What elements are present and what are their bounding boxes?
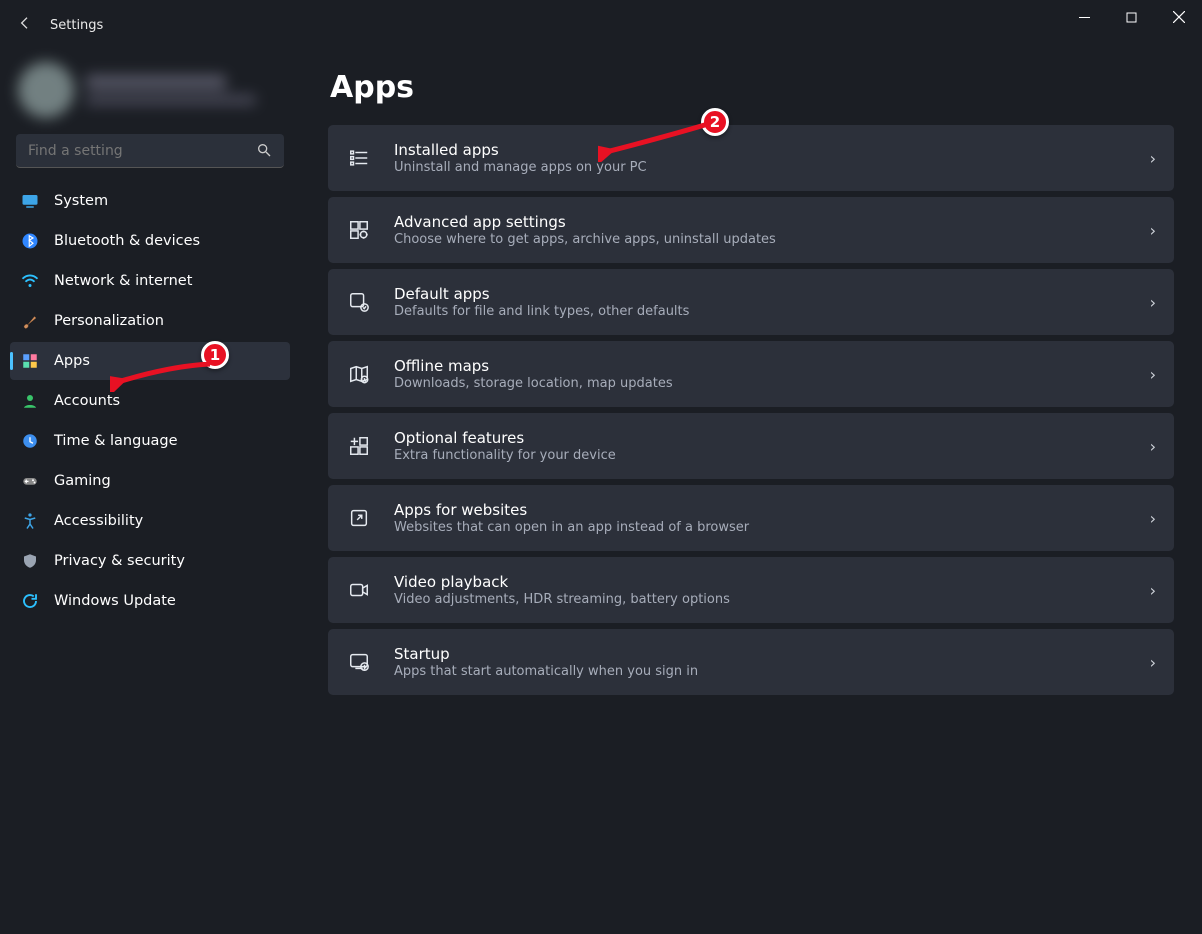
- brush-icon: [20, 311, 40, 331]
- card-subtitle: Uninstall and manage apps on your PC: [394, 160, 1128, 175]
- chevron-right-icon: ›: [1150, 365, 1156, 384]
- card-offline-maps[interactable]: Offline mapsDownloads, storage location,…: [328, 341, 1174, 407]
- card-startup[interactable]: StartupApps that start automatically whe…: [328, 629, 1174, 695]
- sidebar-item-bluetooth[interactable]: Bluetooth & devices: [10, 222, 290, 260]
- chevron-right-icon: ›: [1150, 581, 1156, 600]
- user-profile[interactable]: [10, 50, 290, 130]
- card-title: Default apps: [394, 285, 1128, 303]
- card-apps-for-websites[interactable]: Apps for websitesWebsites that can open …: [328, 485, 1174, 551]
- card-optional-features[interactable]: Optional featuresExtra functionality for…: [328, 413, 1174, 479]
- card-title: Advanced app settings: [394, 213, 1128, 231]
- search-icon: [256, 142, 272, 162]
- card-subtitle: Apps that start automatically when you s…: [394, 664, 1128, 679]
- wifi-icon: [20, 271, 40, 291]
- close-button[interactable]: [1155, 0, 1202, 34]
- back-button[interactable]: [0, 15, 50, 35]
- card-subtitle: Downloads, storage location, map updates: [394, 376, 1128, 391]
- shield-icon: [20, 551, 40, 571]
- sidebar-item-label: Personalization: [54, 313, 164, 329]
- apps-icon: [20, 351, 40, 371]
- main-content: Apps Installed appsUninstall and manage …: [300, 50, 1202, 934]
- video-icon: [346, 579, 372, 601]
- card-subtitle: Defaults for file and link types, other …: [394, 304, 1128, 319]
- chevron-right-icon: ›: [1150, 437, 1156, 456]
- accessibility-icon: [20, 511, 40, 531]
- search-box[interactable]: [16, 134, 284, 168]
- external-link-icon: [346, 507, 372, 529]
- map-icon: [346, 363, 372, 385]
- window-title: Settings: [50, 18, 103, 33]
- default-apps-icon: [346, 291, 372, 313]
- sidebar-item-accessibility[interactable]: Accessibility: [10, 502, 290, 540]
- search-input[interactable]: [16, 134, 284, 167]
- sidebar-item-time[interactable]: Time & language: [10, 422, 290, 460]
- page-title: Apps: [330, 70, 1174, 105]
- sidebar-item-label: Accessibility: [54, 513, 143, 529]
- person-icon: [20, 391, 40, 411]
- sidebar-item-label: Network & internet: [54, 273, 192, 289]
- settings-list: Installed appsUninstall and manage apps …: [328, 125, 1174, 695]
- avatar: [18, 62, 74, 118]
- card-video-playback[interactable]: Video playbackVideo adjustments, HDR str…: [328, 557, 1174, 623]
- chevron-right-icon: ›: [1150, 149, 1156, 168]
- title-bar: Settings: [0, 0, 1202, 50]
- gear-grid-icon: [346, 219, 372, 241]
- card-title: Offline maps: [394, 357, 1128, 375]
- window-controls: [1061, 0, 1202, 34]
- sidebar-item-label: Windows Update: [54, 593, 176, 609]
- card-subtitle: Video adjustments, HDR streaming, batter…: [394, 592, 1128, 607]
- sidebar-item-gaming[interactable]: Gaming: [10, 462, 290, 500]
- sidebar-item-label: Gaming: [54, 473, 111, 489]
- card-advanced-settings[interactable]: Advanced app settingsChoose where to get…: [328, 197, 1174, 263]
- sidebar-item-update[interactable]: Windows Update: [10, 582, 290, 620]
- sidebar: System Bluetooth & devices Network & int…: [0, 50, 300, 934]
- sidebar-item-label: Accounts: [54, 393, 120, 409]
- sidebar-item-label: Bluetooth & devices: [54, 233, 200, 249]
- card-title: Startup: [394, 645, 1128, 663]
- update-icon: [20, 591, 40, 611]
- card-title: Video playback: [394, 573, 1128, 591]
- system-icon: [20, 191, 40, 211]
- card-title: Optional features: [394, 429, 1128, 447]
- list-icon: [346, 147, 372, 169]
- sidebar-item-privacy[interactable]: Privacy & security: [10, 542, 290, 580]
- sidebar-item-label: Privacy & security: [54, 553, 185, 569]
- chevron-right-icon: ›: [1150, 653, 1156, 672]
- sidebar-item-apps[interactable]: Apps: [10, 342, 290, 380]
- sidebar-item-personalization[interactable]: Personalization: [10, 302, 290, 340]
- sidebar-item-label: System: [54, 193, 108, 209]
- card-title: Apps for websites: [394, 501, 1128, 519]
- clock-icon: [20, 431, 40, 451]
- sidebar-item-accounts[interactable]: Accounts: [10, 382, 290, 420]
- sidebar-item-label: Apps: [54, 353, 90, 369]
- startup-icon: [346, 651, 372, 673]
- chevron-right-icon: ›: [1150, 221, 1156, 240]
- plus-grid-icon: [346, 435, 372, 457]
- card-subtitle: Websites that can open in an app instead…: [394, 520, 1128, 535]
- chevron-right-icon: ›: [1150, 509, 1156, 528]
- chevron-right-icon: ›: [1150, 293, 1156, 312]
- card-title: Installed apps: [394, 141, 1128, 159]
- nav-list: System Bluetooth & devices Network & int…: [10, 182, 290, 620]
- card-default-apps[interactable]: Default appsDefaults for file and link t…: [328, 269, 1174, 335]
- sidebar-item-label: Time & language: [54, 433, 178, 449]
- sidebar-item-network[interactable]: Network & internet: [10, 262, 290, 300]
- gamepad-icon: [20, 471, 40, 491]
- card-subtitle: Extra functionality for your device: [394, 448, 1128, 463]
- card-installed-apps[interactable]: Installed appsUninstall and manage apps …: [328, 125, 1174, 191]
- sidebar-item-system[interactable]: System: [10, 182, 290, 220]
- bluetooth-icon: [20, 231, 40, 251]
- maximize-button[interactable]: [1108, 0, 1155, 34]
- card-subtitle: Choose where to get apps, archive apps, …: [394, 232, 1128, 247]
- minimize-button[interactable]: [1061, 0, 1108, 34]
